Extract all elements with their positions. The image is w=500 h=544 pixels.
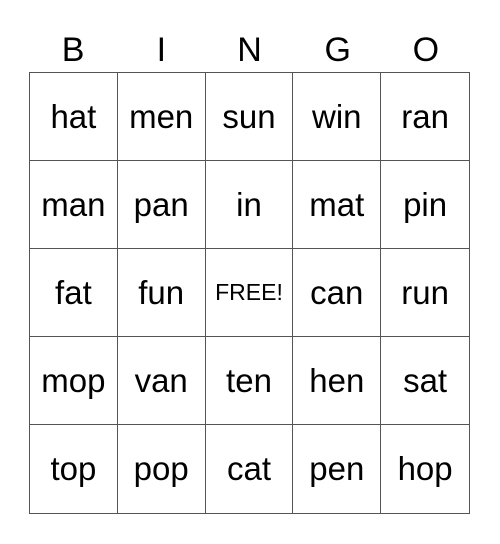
free-space-cell[interactable]: FREE!: [205, 249, 294, 337]
bingo-cell[interactable]: pop: [118, 425, 206, 513]
bingo-cell[interactable]: run: [381, 249, 469, 337]
bingo-cell[interactable]: mop: [30, 337, 118, 425]
bingo-cell[interactable]: mat: [293, 161, 382, 249]
header-letter-i: I: [156, 31, 167, 69]
header-letter-g: G: [324, 31, 351, 69]
bingo-cell[interactable]: hop: [381, 425, 469, 513]
bingo-cell[interactable]: pin: [381, 161, 469, 249]
bingo-cell[interactable]: man: [30, 161, 118, 249]
bingo-card: hat men sun win ran man pan in mat pin f…: [29, 72, 470, 514]
bingo-cell[interactable]: fat: [30, 249, 118, 337]
bingo-cell[interactable]: cat: [206, 425, 294, 513]
bingo-cell[interactable]: fun: [117, 249, 206, 337]
bingo-cell[interactable]: ran: [381, 73, 469, 161]
bingo-cell[interactable]: can: [293, 249, 382, 337]
bingo-cell[interactable]: sun: [205, 73, 294, 161]
bingo-cell[interactable]: ten: [205, 337, 294, 425]
bingo-cell[interactable]: win: [293, 73, 382, 161]
bingo-cell[interactable]: hat: [30, 73, 118, 161]
header-letter-b: B: [61, 31, 85, 69]
bingo-header: B I N G O: [29, 28, 470, 72]
header-letter-o: O: [412, 31, 440, 69]
header-letter-n: N: [237, 31, 262, 69]
bingo-cell[interactable]: pan: [117, 161, 206, 249]
bingo-cell[interactable]: top: [30, 425, 118, 513]
bingo-cell[interactable]: hen: [293, 337, 382, 425]
bingo-cell[interactable]: van: [117, 337, 206, 425]
bingo-cell[interactable]: pen: [293, 425, 382, 513]
bingo-cell[interactable]: sat: [381, 337, 469, 425]
bingo-cell[interactable]: in: [205, 161, 294, 249]
bingo-cell[interactable]: men: [117, 73, 206, 161]
